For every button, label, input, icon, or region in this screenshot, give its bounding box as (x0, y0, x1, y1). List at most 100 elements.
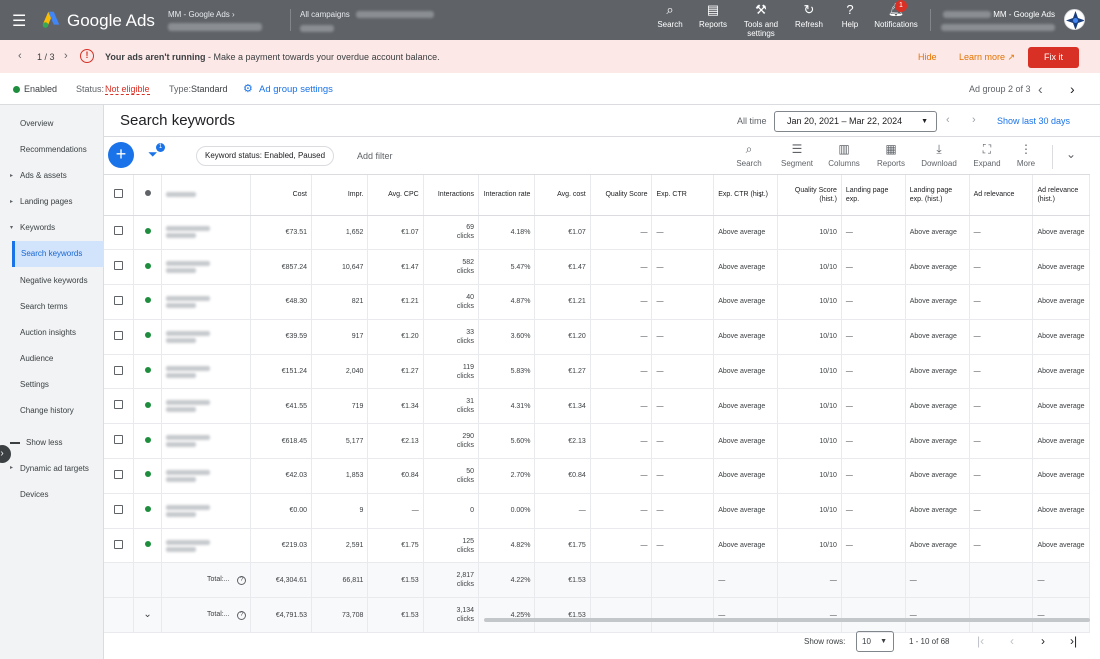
keyword-cell[interactable] (161, 388, 252, 425)
rows-per-page-select[interactable]: 10 ▼ (856, 631, 894, 652)
table-row[interactable]: €39.59 917 €1.20 33 clicks 3.60% €1.20 — … (104, 319, 1090, 355)
reports-button[interactable]: ▦ Reports (869, 142, 913, 168)
sidebar-item-ads-assets[interactable]: Ads & assets (20, 171, 67, 180)
col-header-interaction-rate[interactable]: Interaction rate (478, 175, 536, 216)
sidebar-item-search-keywords[interactable]: Search keywords (12, 241, 104, 267)
row-checkbox[interactable] (104, 493, 135, 529)
account-selector[interactable]: MM - Google Ads › (168, 9, 262, 31)
table-row[interactable]: €0.00 9 — 0 0.00% — — — Above average 10… (104, 493, 1090, 529)
sidebar-item-dynamic-ad-targets[interactable]: Dynamic ad targets (20, 464, 89, 473)
keyword-cell[interactable] (161, 284, 252, 320)
sidebar-item-recommendations[interactable]: Recommendations (20, 145, 87, 154)
keyword-cell[interactable] (161, 493, 252, 529)
table-search-button[interactable]: ⌕ Search (727, 142, 771, 168)
select-all-checkbox[interactable] (104, 175, 135, 216)
status-value[interactable]: Not eligible (105, 84, 150, 95)
add-filter-button[interactable]: Add filter (357, 151, 393, 161)
segment-button[interactable]: ☰ Segment (775, 142, 819, 168)
sidebar-item-search-terms[interactable]: Search terms (20, 302, 68, 311)
table-row[interactable]: €41.55 719 €1.34 31 clicks 4.31% €1.34 — … (104, 388, 1090, 425)
user-account-info[interactable]: MM - Google Ads (941, 9, 1055, 31)
table-row[interactable]: €73.51 1,652 €1.07 69 clicks 4.18% €1.07 … (104, 215, 1090, 251)
sidebar-show-less[interactable]: Show less (26, 438, 62, 447)
keyword-cell[interactable] (161, 319, 252, 355)
sidebar-item-settings[interactable]: Settings (20, 380, 49, 389)
sidebar-item-landing-pages[interactable]: Landing pages (20, 197, 73, 206)
col-header-quality-score-hist[interactable]: ↓ Quality Score (hist.) (758, 175, 842, 216)
keyword-cell[interactable] (161, 354, 252, 390)
help-icon[interactable]: ? (237, 611, 247, 621)
table-row[interactable]: €618.45 5,177 €2.13 290 clicks 5.60% €2.1… (104, 423, 1090, 460)
col-header-avg-cpc[interactable]: Avg. CPC (367, 175, 424, 216)
adgroup-settings-link[interactable]: Ad group settings (259, 84, 333, 95)
date-range-picker[interactable]: Jan 20, 2021 – Mar 22, 2024 ▼ (774, 111, 937, 132)
sidebar-item-auction-insights[interactable]: Auction insights (20, 328, 76, 337)
col-header-interactions[interactable]: Interactions (423, 175, 480, 216)
col-header-exp-ctr-hist[interactable]: Exp. CTR (hist.) (713, 175, 779, 216)
sidebar-item-devices[interactable]: Devices (20, 490, 48, 499)
keyword-cell[interactable] (161, 423, 252, 460)
row-checkbox[interactable] (104, 319, 135, 355)
download-button[interactable]: ⤓ Download (917, 142, 961, 168)
last-page-icon[interactable]: ›| (1070, 634, 1077, 648)
col-header-ad-relevance[interactable]: Ad relevance (969, 175, 1034, 216)
next-page-icon[interactable]: › (1041, 634, 1045, 648)
col-header-ad-relevance-hist[interactable]: Ad relevance (hist.) (1032, 175, 1090, 216)
toolbar-help[interactable]: ? Help (831, 3, 869, 30)
row-checkbox[interactable] (104, 458, 135, 494)
learn-more-link[interactable]: Learn more ↗ (959, 52, 1015, 63)
chevron-down-icon[interactable]: ⌄ (143, 609, 151, 620)
sidebar-item-overview[interactable]: Overview (20, 119, 53, 128)
col-header-landing-page[interactable]: Landing page exp. (841, 175, 906, 216)
table-row[interactable]: €857.24 10,647 €1.47 582 clicks 5.47% €1.… (104, 249, 1090, 286)
hide-button[interactable]: Hide (918, 52, 937, 62)
avatar[interactable] (1064, 9, 1085, 30)
next-adgroup-icon[interactable]: › (1070, 81, 1075, 97)
keyword-cell[interactable] (161, 458, 252, 494)
col-header-exp-ctr[interactable]: Exp. CTR (651, 175, 715, 216)
prev-adgroup-icon[interactable]: ‹ (1038, 81, 1043, 97)
table-row[interactable]: €42.03 1,853 €0.84 50 clicks 2.70% €0.84 … (104, 458, 1090, 494)
col-header-keyword[interactable] (161, 175, 252, 216)
prev-period-icon[interactable]: ‹ (946, 114, 950, 126)
col-header-landing-page-hist[interactable]: Landing page exp. (hist.) (905, 175, 970, 216)
toolbar-tools[interactable]: ⚒ Tools and settings (736, 3, 786, 39)
keyword-cell[interactable] (161, 528, 252, 564)
col-header-quality-score[interactable]: Quality Score (590, 175, 653, 216)
menu-icon[interactable]: ☰ (12, 11, 26, 31)
table-row[interactable]: €48.30 821 €1.21 40 clicks 4.87% €1.21 — … (104, 284, 1090, 320)
row-checkbox[interactable] (104, 354, 135, 390)
show-last-30-days-link[interactable]: Show last 30 days (997, 116, 1070, 126)
prev-alert-icon[interactable]: ‹ (18, 50, 22, 62)
sidebar-item-negative-keywords[interactable]: Negative keywords (20, 276, 88, 285)
gear-icon[interactable]: ⚙ (243, 82, 253, 95)
more-button[interactable]: ⋮ More (1004, 142, 1048, 168)
keyword-cell[interactable] (161, 215, 252, 251)
sidebar-item-change-history[interactable]: Change history (20, 406, 74, 415)
sidebar-item-keywords[interactable]: Keywords (20, 223, 55, 232)
filter-chip[interactable]: Keyword status: Enabled, Paused (196, 146, 335, 166)
row-checkbox[interactable] (104, 215, 135, 251)
next-period-icon[interactable]: › (972, 114, 976, 126)
prev-page-icon[interactable]: ‹ (1010, 634, 1014, 648)
add-keyword-button[interactable]: + (108, 142, 134, 168)
row-checkbox[interactable] (104, 423, 135, 460)
columns-button[interactable]: ▥ Columns (822, 142, 866, 168)
row-checkbox[interactable] (104, 388, 135, 425)
table-row[interactable]: €151.24 2,040 €1.27 119 clicks 5.83% €1.2… (104, 354, 1090, 390)
toolbar-reports[interactable]: ▤ Reports (693, 3, 733, 30)
toolbar-search[interactable]: ⌕ Search (650, 3, 690, 30)
campaign-selector[interactable]: All campaigns (300, 9, 434, 32)
toolbar-refresh[interactable]: ↻ Refresh (789, 3, 829, 30)
keyword-cell[interactable] (161, 249, 252, 286)
row-checkbox[interactable] (104, 284, 135, 320)
table-row[interactable]: €219.03 2,591 €1.75 125 clicks 4.82% €1.7… (104, 528, 1090, 564)
col-header-avg-cost[interactable]: Avg. cost (534, 175, 591, 216)
sidebar-item-audience[interactable]: Audience (20, 354, 53, 363)
col-header-impr[interactable]: Impr. (311, 175, 369, 216)
next-alert-icon[interactable]: › (64, 50, 68, 62)
row-checkbox[interactable] (104, 528, 135, 564)
first-page-icon[interactable]: |‹ (977, 634, 984, 648)
expand-button[interactable]: ⛶ Expand (965, 142, 1009, 168)
col-header-cost[interactable]: Cost (250, 175, 312, 216)
